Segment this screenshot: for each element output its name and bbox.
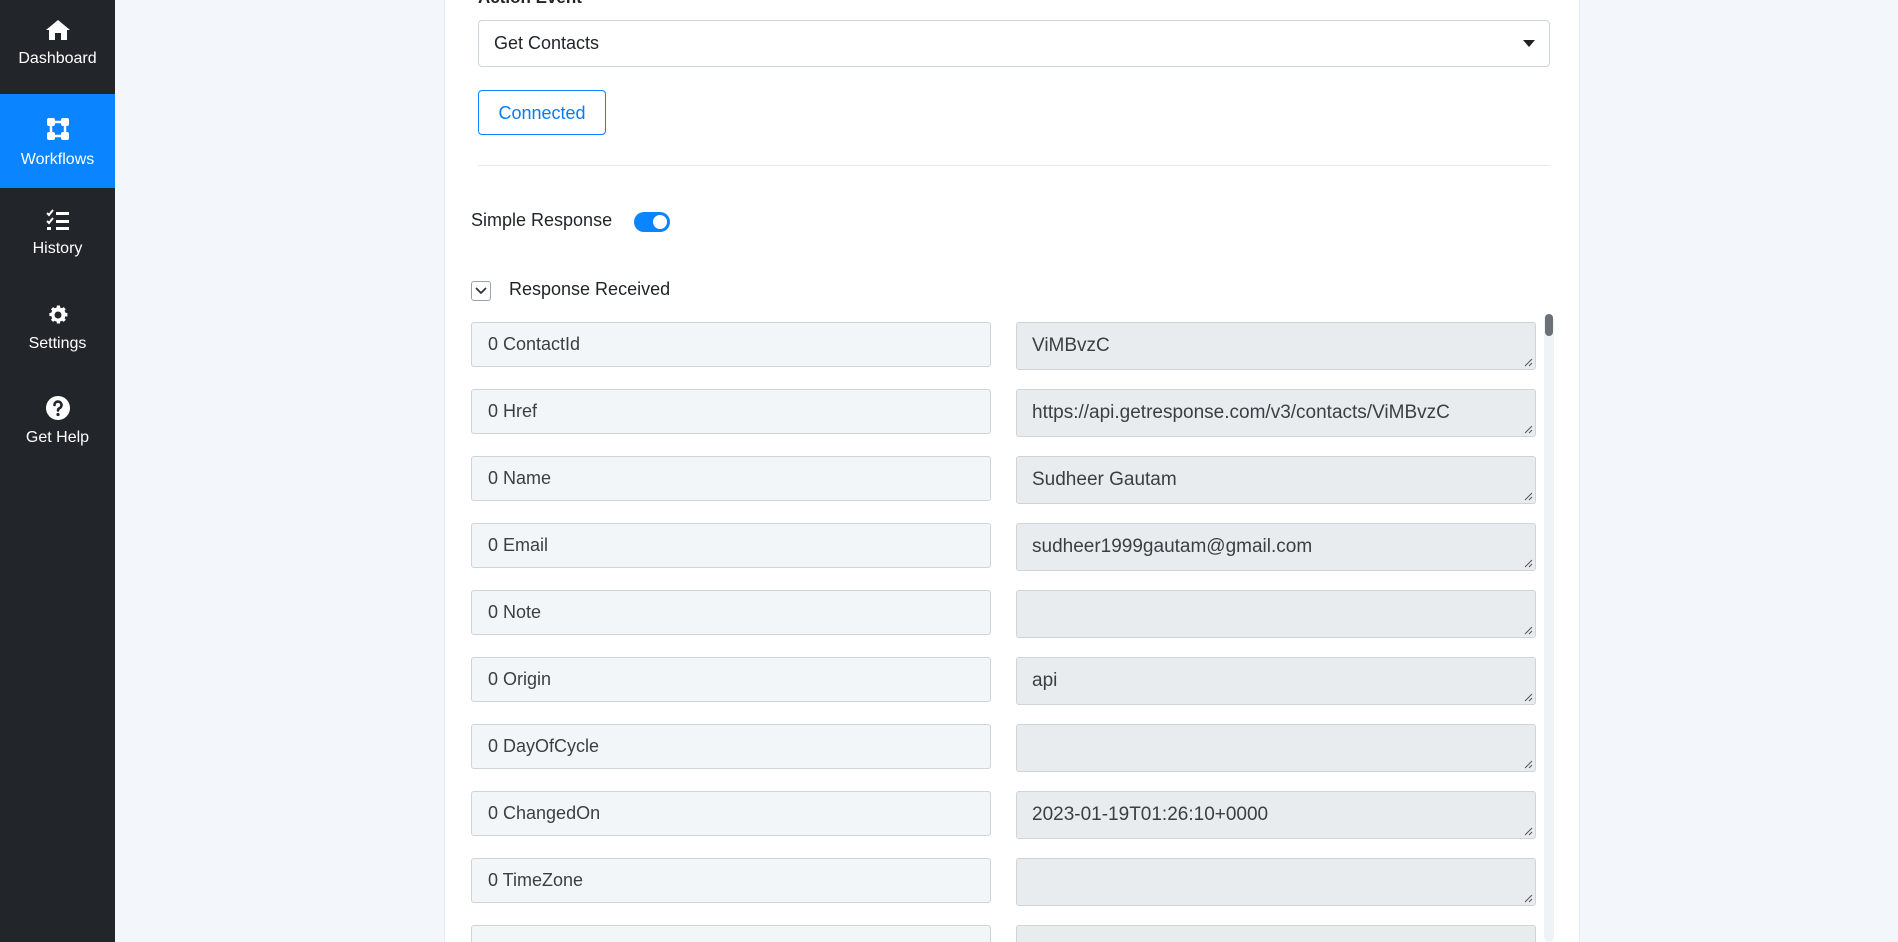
response-key-field[interactable]: 0 ContactId [471,322,991,367]
gear-icon [48,305,67,324]
response-value-text: api [1032,670,1058,691]
caret-down-icon [1523,40,1535,47]
divider [478,165,1550,166]
resize-grip-icon[interactable] [1523,826,1533,836]
sidebar-item-label: Workflows [20,151,95,168]
resize-grip-icon[interactable] [1523,491,1533,501]
response-row: 0 Origin api [471,657,1551,705]
resize-grip-icon[interactable] [1523,357,1533,367]
response-value-field[interactable] [1016,858,1536,906]
simple-response-toggle[interactable] [634,212,670,232]
toggle-knob [653,215,667,229]
response-row: 0 TimeZone [471,858,1551,906]
response-row: 0 Email sudheer1999gautam@gmail.com [471,523,1551,571]
response-row: 0 DayOfCycle [471,724,1551,772]
scrollbar-thumb[interactable] [1545,314,1553,336]
response-value-field[interactable] [1016,925,1536,942]
checklist-icon [45,209,69,230]
response-key-field[interactable]: 0 ChangedOn [471,791,991,836]
sidebar-item-get-help[interactable]: Get Help [0,378,115,472]
response-key-field[interactable]: 0 Origin [471,657,991,702]
resize-grip-icon[interactable] [1523,424,1533,434]
response-key-field[interactable]: 0 Note [471,590,991,635]
response-received-label: Response Received [509,279,671,299]
response-key-field[interactable]: 0 Href [471,389,991,434]
response-scrollbar[interactable] [1544,314,1554,942]
chevron-down-icon [475,287,487,294]
action-event-label: Action Event [478,0,582,8]
response-row: 0 Href https://api.getresponse.com/v3/co… [471,389,1551,437]
action-event-select[interactable]: Get Contacts [478,20,1550,67]
sidebar-item-workflows[interactable]: Workflows [0,94,115,188]
response-row: 0 ChangedOn 2023-01-19T01:26:10+0000 [471,791,1551,839]
response-value-field[interactable]: sudheer1999gautam@gmail.com [1016,523,1536,571]
response-key-field[interactable]: 0 DayOfCycle [471,724,991,769]
response-value-field[interactable]: Sudheer Gautam [1016,456,1536,504]
sidebar-item-label: Get Help [25,429,90,446]
resize-grip-icon[interactable] [1523,893,1533,903]
response-key-field[interactable]: 0 Name [471,456,991,501]
response-key-field[interactable] [471,925,991,942]
resize-grip-icon[interactable] [1523,692,1533,702]
sidebar: Dashboard Workflows History Settings Get… [0,0,115,942]
simple-response-label: Simple Response [471,210,613,230]
home-icon [45,20,70,40]
response-key-field[interactable]: 0 Email [471,523,991,568]
response-value-text: sudheer1999gautam@gmail.com [1032,536,1313,557]
response-collapse-button[interactable] [471,281,491,301]
response-value-field[interactable]: https://api.getresponse.com/v3/contacts/… [1016,389,1536,437]
response-key-field[interactable]: 0 TimeZone [471,858,991,903]
resize-grip-icon[interactable] [1523,625,1533,635]
sidebar-item-label: Settings [28,335,87,352]
response-value-text: https://api.getresponse.com/v3/contacts/… [1032,402,1450,423]
sidebar-item-dashboard[interactable]: Dashboard [0,0,115,94]
resize-grip-icon[interactable] [1523,558,1533,568]
response-value-text: ViMBvzC [1032,335,1110,356]
response-value-field[interactable]: 2023-01-19T01:26:10+0000 [1016,791,1536,839]
sidebar-item-history[interactable]: History [0,190,115,284]
response-row: 0 Note [471,590,1551,638]
response-value-field[interactable]: ViMBvzC [1016,322,1536,370]
response-value-field[interactable] [1016,590,1536,638]
response-value-field[interactable]: api [1016,657,1536,705]
sidebar-item-label: Dashboard [18,50,97,67]
workflow-step-card: Action Event Get Contacts Connected Simp… [444,0,1580,942]
response-value-text: 2023-01-19T01:26:10+0000 [1032,804,1269,825]
resize-grip-icon[interactable] [1523,759,1533,769]
action-event-value: Get Contacts [494,33,600,53]
connected-button[interactable]: Connected [478,90,606,135]
question-circle-icon [45,396,70,420]
sidebar-item-label: History [32,240,83,257]
response-row: 0 Name Sudheer Gautam [471,456,1551,504]
workflow-icon [46,118,69,140]
response-value-text: Sudheer Gautam [1032,469,1177,490]
response-row [471,925,1551,942]
response-row: 0 ContactId ViMBvzC [471,322,1551,370]
response-value-field[interactable] [1016,724,1536,772]
sidebar-item-settings[interactable]: Settings [0,284,115,378]
